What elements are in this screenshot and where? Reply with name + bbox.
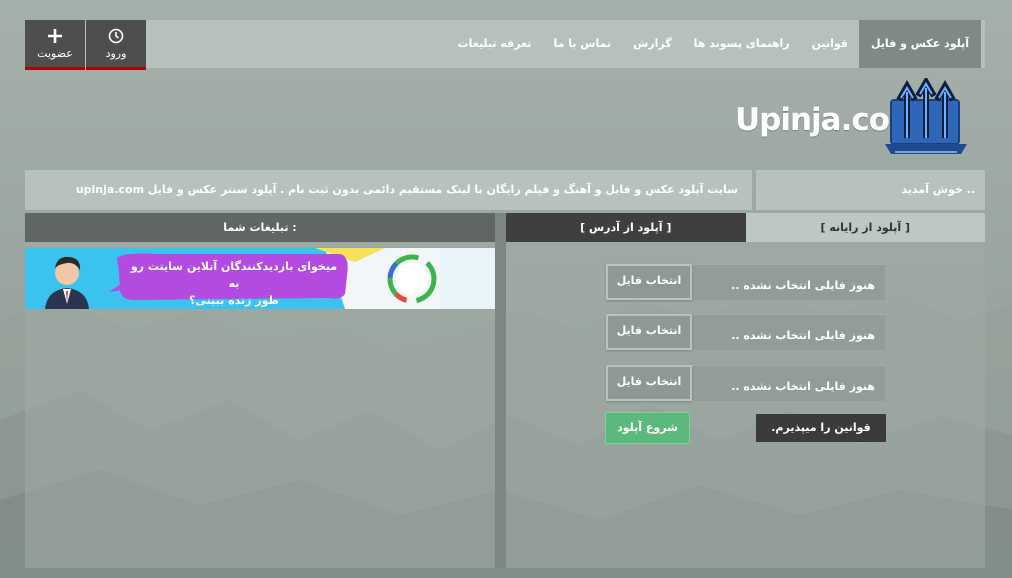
site-description: سایت آپلود عکس و فایل و آهنگ و فیلم رایگ…	[25, 170, 752, 210]
ad-banner[interactable]: میخوای بازدیدکنندگان آنلاین سایتت رو به …	[25, 248, 495, 309]
top-navigation-bar: آپلود عکس و فایل قوانین راهنمای پسوند ها…	[25, 20, 985, 70]
accept-rules-button[interactable]: قوانین را میپذیرم.	[756, 414, 886, 442]
upload-panel: [ آپلود از آدرس ] [ آپلود از رایانه ] هن…	[506, 213, 985, 568]
nav-item-report[interactable]: گزارش	[622, 20, 683, 68]
site-logo[interactable]: Upinja.com	[735, 78, 975, 156]
ads-panel: تبلیغات شما : میخوای بازدیدکنندگان آنلای…	[25, 213, 495, 568]
choose-file-button-1[interactable]: انتخاب فایل	[606, 264, 692, 300]
choose-file-button-2[interactable]: انتخاب فایل	[606, 314, 692, 350]
main-nav: آپلود عکس و فایل قوانین راهنمای پسوند ها…	[447, 20, 981, 68]
ad-banner-line-1: میخوای بازدیدکنندگان آنلاین سایتت رو به	[130, 260, 338, 290]
upload-tabs: [ آپلود از آدرس ] [ آپلود از رایانه ]	[506, 213, 985, 242]
nav-item-contact[interactable]: تماس با ما	[542, 20, 622, 68]
auth-buttons: عضویت ورود	[25, 20, 146, 70]
tab-upload-from-url[interactable]: [ آپلود از آدرس ]	[506, 213, 746, 242]
nav-item-rules[interactable]: قوانین	[801, 20, 859, 68]
register-label: عضویت	[37, 46, 73, 60]
panel-divider	[495, 213, 506, 568]
file-row-2: هنوز فایلی انتخاب نشده .. انتخاب فایل	[606, 314, 885, 350]
ad-banner-line-2: طور زنده ببینی؟	[189, 294, 279, 307]
file-row-3: هنوز فایلی انتخاب نشده .. انتخاب فایل	[606, 365, 885, 401]
nav-item-extensions-guide[interactable]: راهنمای پسوند ها	[683, 20, 801, 68]
register-button[interactable]: عضویت	[25, 20, 85, 70]
nav-item-ad-pricing[interactable]: تعرفه تبلیغات	[447, 20, 543, 68]
upload-arrows-logo-icon	[885, 78, 967, 154]
choose-file-button-3[interactable]: انتخاب فایل	[606, 365, 692, 401]
file-row-1: هنوز فایلی انتخاب نشده .. انتخاب فایل	[606, 264, 885, 300]
clock-icon	[108, 28, 124, 43]
nav-item-upload[interactable]: آپلود عکس و فایل	[858, 20, 981, 68]
tab-upload-from-computer[interactable]: [ آپلود از رایانه ]	[745, 213, 985, 242]
login-button[interactable]: ورود	[86, 20, 146, 70]
start-upload-button[interactable]: شروع آپلود	[605, 412, 690, 444]
ads-header: تبلیغات شما :	[25, 213, 495, 242]
plus-icon	[48, 28, 62, 43]
welcome-bar: خوش آمدید .. سایت آپلود عکس و فایل و آهن…	[25, 170, 985, 210]
ad-banner-text: میخوای بازدیدکنندگان آنلاین سایتت رو به …	[125, 258, 343, 309]
welcome-greeting: خوش آمدید ..	[756, 170, 985, 210]
login-label: ورود	[105, 46, 127, 60]
